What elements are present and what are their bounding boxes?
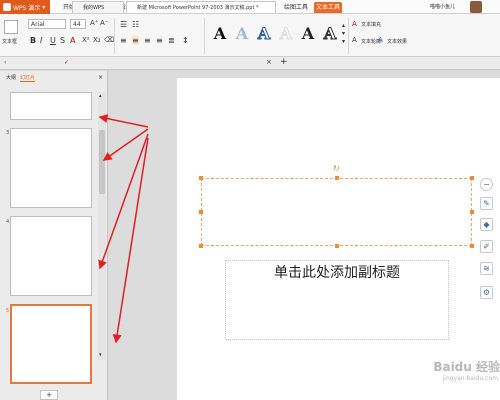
annotation-arrow: [112, 137, 149, 344]
annotation-arrows: [98, 114, 149, 344]
annotation-arrow: [98, 133, 149, 270]
annotation-arrow: [102, 128, 149, 161]
watermark: Baidu 经验: [433, 360, 500, 374]
annotation-arrow: [98, 114, 149, 128]
watermark-url: jingyan.baidu.com: [442, 375, 498, 382]
